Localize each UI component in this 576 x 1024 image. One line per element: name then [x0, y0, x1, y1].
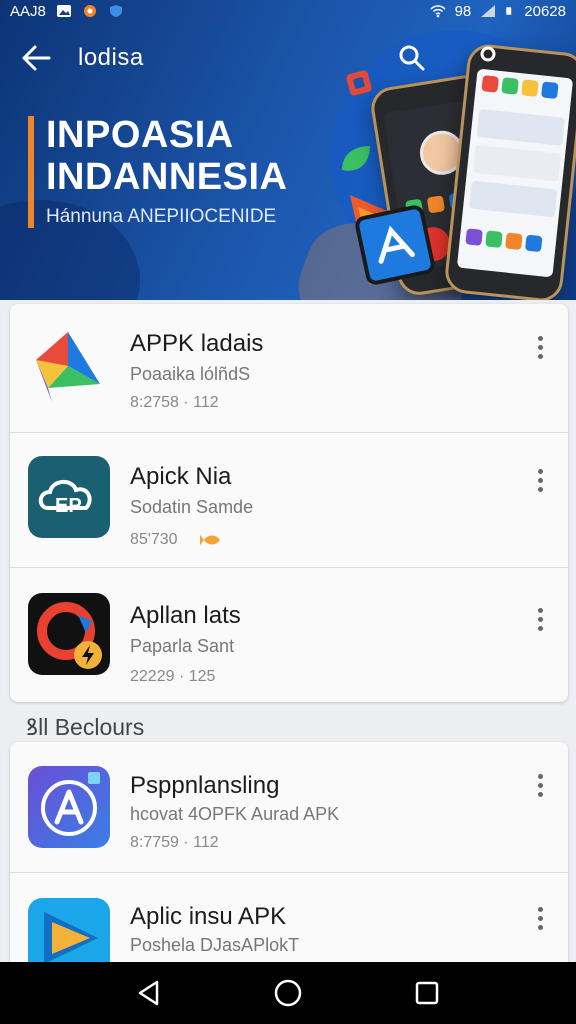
leaf-icon [342, 146, 370, 171]
status-bar: AAJ8 98 20628 [0, 0, 576, 22]
app-list-card: Psppnlansling hcovat 4OPFK Aurad APK 8:7… [10, 742, 568, 982]
hero-subtitle: Hánnuna ANEPIIOCENIDE [46, 206, 277, 227]
cloud-ep-icon: EP [28, 456, 110, 538]
system-nav-bar [0, 962, 576, 1024]
section-title: ꝸll Beclours [26, 714, 145, 740]
app-subtitle: Sodatin Samde [130, 497, 254, 517]
nav-recents-button[interactable] [402, 968, 452, 1018]
hero-banner: INPOASIA INDANNESIA Hánnuna ANEPIIOCENID… [0, 0, 576, 300]
circle-home-icon [274, 979, 302, 1007]
photo-icon [56, 5, 71, 17]
app-subtitle: Poaaika lólñdS [130, 364, 251, 384]
status-right: 98 20628 [430, 3, 566, 20]
arrows-icon [378, 225, 415, 264]
square-recents-icon [415, 981, 438, 1005]
hero-title: INPOASIA INDANNESIA [46, 114, 287, 198]
status-text: AAJ8 [10, 2, 46, 20]
arrow-left-icon [22, 45, 51, 71]
app-meta: 8:2758 · 112 [130, 394, 219, 411]
status-left: AAJ8 [10, 3, 124, 20]
app-name: Apllan lats [130, 602, 241, 629]
search-icon [399, 45, 425, 71]
more-options-button[interactable] [528, 903, 552, 933]
more-options-button[interactable] [528, 770, 552, 800]
app-notification-icon [83, 5, 96, 17]
status-time: 20628 [524, 2, 566, 20]
hero-title-line: INDANNESIA [46, 156, 288, 198]
list-item[interactable]: APPK ladais Poaaika lólñdS 8:2758 · 112 [10, 304, 568, 432]
app-bar: lodisa [0, 30, 576, 86]
app-meta: 85'730 [130, 531, 178, 548]
app-name: Apick Nia [130, 463, 232, 490]
battery-icon [506, 7, 512, 15]
app-name: APPK ladais [130, 330, 264, 357]
profile-button[interactable] [466, 36, 510, 80]
more-options-button[interactable] [528, 465, 552, 495]
more-options-button[interactable] [528, 332, 552, 362]
app-subtitle: Paparla Sant [130, 636, 235, 656]
wifi-icon [430, 5, 446, 18]
svg-text:EP: EP [55, 495, 82, 517]
app-name: Aplic insu APK [130, 903, 287, 930]
list-item[interactable]: Psppnlansling hcovat 4OPFK Aurad APK 8:7… [10, 742, 568, 872]
signal-text: 98 [454, 2, 472, 20]
app-name: Psppnlansling [130, 772, 280, 799]
profile-icon [480, 46, 496, 62]
nav-home-button[interactable] [263, 968, 313, 1018]
signal-icon [481, 5, 496, 17]
hero-title-line: INPOASIA [46, 114, 234, 156]
app-tile-illustration [353, 203, 437, 287]
shield-icon [109, 5, 122, 17]
app-meta: 22229 · 125 [130, 668, 216, 685]
hero-accent-bar [28, 116, 34, 228]
search-button[interactable] [390, 36, 434, 80]
list-item[interactable]: Apllan lats Paparla Sant 22229 · 125 [10, 568, 568, 702]
app-meta: 8:7759 · 112 [130, 834, 219, 851]
back-button[interactable] [14, 36, 58, 80]
page-title: lodisa [78, 44, 144, 71]
fish-icon [200, 535, 220, 545]
nav-back-button[interactable] [124, 968, 174, 1018]
prism-triangle-icon [28, 326, 110, 408]
app-list-card: APPK ladais Poaaika lólñdS 8:2758 · 112 … [10, 304, 568, 702]
app-subtitle: hcovat 4OPFK Aurad APK [130, 804, 340, 824]
more-options-button[interactable] [528, 604, 552, 634]
letter-a-icon [28, 766, 110, 848]
triangle-back-icon [139, 980, 159, 1006]
app-subtitle: Poshela DJasAPlokT [130, 935, 300, 955]
list-item[interactable]: EP Apick Nia Sodatin Samde 85'730 [10, 433, 568, 567]
ring-bolt-icon [28, 593, 110, 675]
